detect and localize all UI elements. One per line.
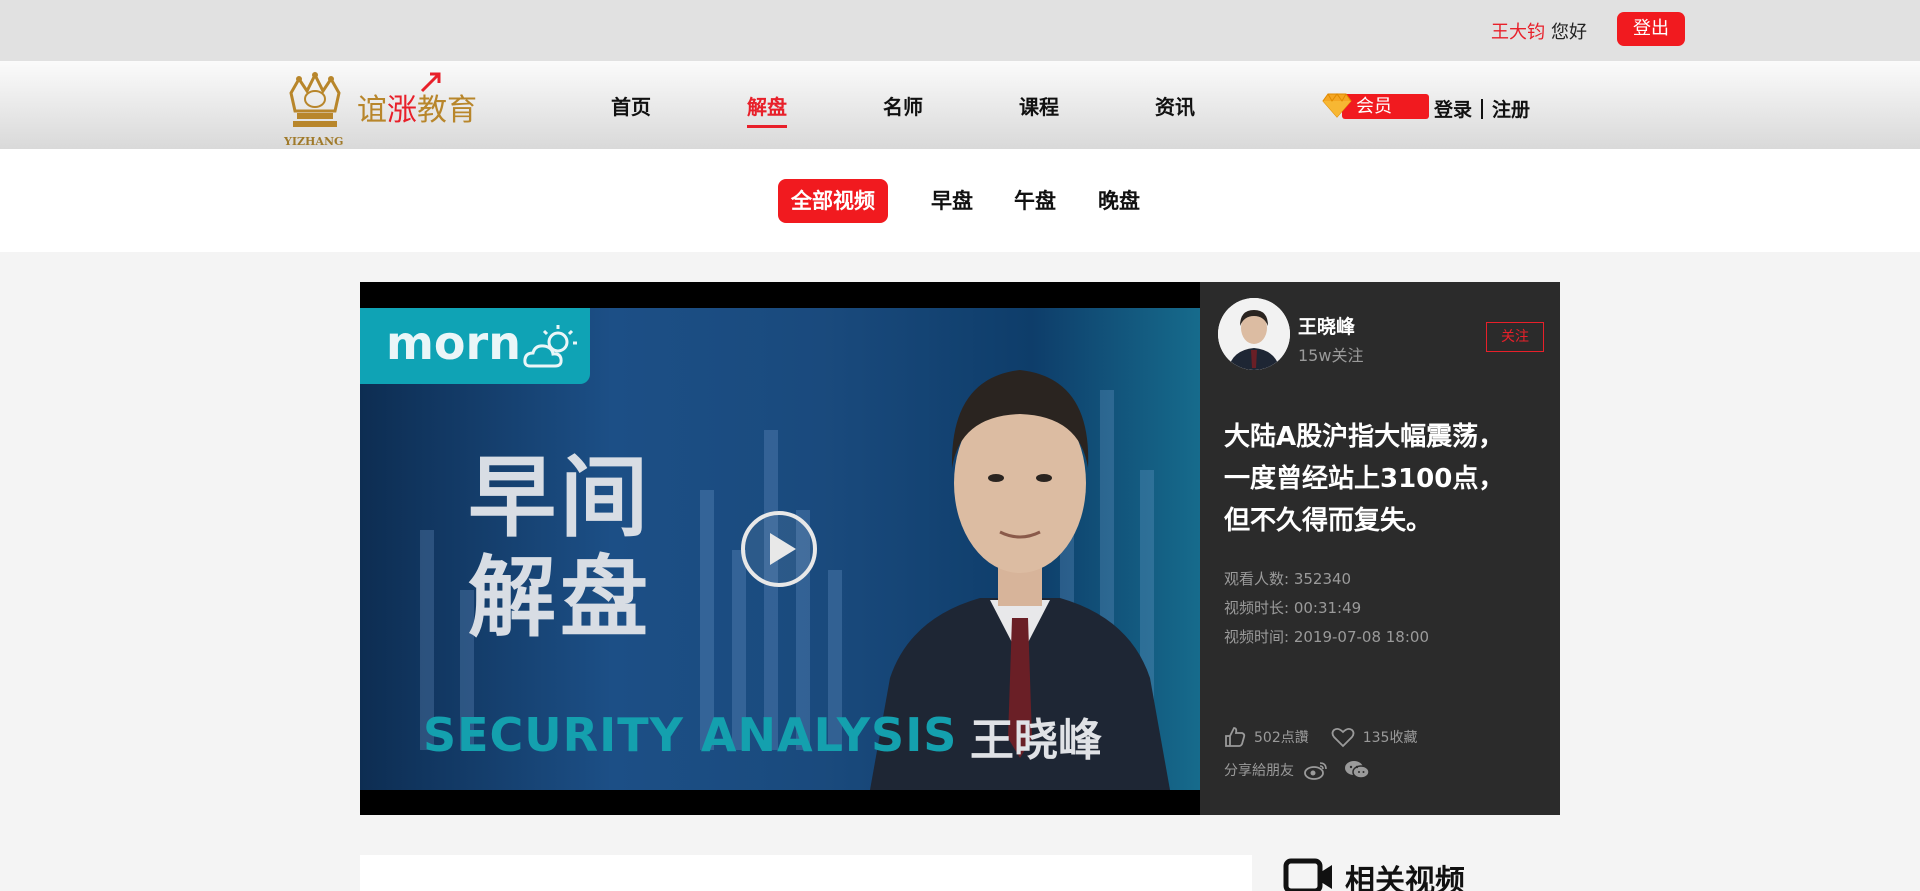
- share-label: 分享給朋友: [1224, 763, 1294, 779]
- logout-button[interactable]: 登出: [1617, 12, 1685, 46]
- nav-analysis[interactable]: 解盘: [747, 91, 787, 128]
- video-thumbnail: morn 早间 解盘 SECURITY ANALYSIS 王晓峰: [360, 308, 1200, 790]
- tab-evening[interactable]: 晚盘: [1098, 179, 1140, 223]
- content-area: [360, 855, 1252, 891]
- top-bar: 王大钧 您好 登出: [0, 0, 1920, 61]
- play-icon[interactable]: [740, 510, 818, 588]
- video-player[interactable]: morn 早间 解盘 SECURITY ANALYSIS 王晓峰: [360, 282, 1200, 815]
- video-time: 视频时间: 2019-07-08 18:00: [1224, 628, 1429, 646]
- tab-noon[interactable]: 午盘: [1014, 179, 1056, 223]
- main-nav: 谊涨教育 YIZHANG 首页 解盘 名师 课程 资讯 会员 登录 注册: [0, 61, 1920, 149]
- teacher-name[interactable]: 王晓峰: [1298, 312, 1355, 339]
- presenter-name-overlay: 王晓峰: [970, 715, 1102, 766]
- video-title-en: SECURITY ANALYSIS: [423, 708, 958, 762]
- logo-subtitle: YIZHANG: [284, 135, 344, 148]
- logo[interactable]: 谊涨教育 YIZHANG: [283, 71, 493, 148]
- logo-text: 谊涨教育: [357, 93, 477, 128]
- video-filter-tabs: 全部视频 早盘 午盘 晚盘: [0, 149, 1920, 252]
- wechat-icon[interactable]: [1344, 760, 1370, 780]
- video-title-cn: 早间 解盘: [468, 446, 653, 649]
- related-videos-label: 相关视频: [1345, 864, 1465, 891]
- video-info-panel: 王晓峰 15w关注 关注 大陆A股沪指大幅震荡， 一度曾经站上3100点， 但不…: [1200, 282, 1560, 815]
- video-headline: 大陆A股沪指大幅震荡， 一度曾经站上3100点， 但不久得而复失。: [1224, 422, 1505, 536]
- teacher-avatar-image: [1218, 298, 1290, 370]
- thumbs-up-icon[interactable]: [1224, 726, 1246, 748]
- tab-morning[interactable]: 早盘: [931, 179, 973, 223]
- partly-sunny-icon: [523, 325, 577, 368]
- badge-word: morn: [386, 316, 521, 370]
- divider: [1481, 99, 1484, 119]
- nav-news[interactable]: 资讯: [1155, 91, 1195, 120]
- video-duration: 视频时长: 00:31:49: [1224, 599, 1362, 617]
- favorite-count: 135收藏: [1362, 730, 1418, 746]
- crown-logo-icon: [289, 71, 341, 127]
- nav-home[interactable]: 首页: [611, 91, 651, 120]
- member-label: 会员: [1342, 94, 1429, 119]
- user-greeting: 王大钧 您好: [1491, 18, 1587, 44]
- share-row: 分享給朋友: [1224, 760, 1370, 780]
- video-stats: 502点讚 135收藏: [1224, 726, 1417, 748]
- diamond-icon: [1322, 93, 1352, 118]
- heart-icon[interactable]: [1331, 726, 1355, 748]
- related-videos-header: 相关视频: [1283, 856, 1465, 891]
- teacher-avatar[interactable]: [1218, 298, 1290, 370]
- login-link[interactable]: 登录: [1434, 99, 1472, 121]
- weibo-icon[interactable]: [1304, 760, 1328, 780]
- register-link[interactable]: 注册: [1492, 99, 1530, 121]
- like-count: 502点讚: [1254, 730, 1309, 746]
- auth-links: 登录 注册: [1434, 95, 1530, 122]
- video-camera-icon: [1283, 858, 1332, 891]
- nav-courses[interactable]: 课程: [1019, 91, 1059, 120]
- nav-teachers[interactable]: 名师: [883, 91, 923, 120]
- follow-button[interactable]: 关注: [1486, 322, 1544, 352]
- morning-badge: morn: [360, 308, 590, 384]
- view-count: 观看人数: 352340: [1224, 570, 1352, 588]
- teacher-followers: 15w关注: [1298, 346, 1364, 365]
- user-name[interactable]: 王大钧: [1491, 22, 1545, 43]
- greeting-text: 您好: [1551, 22, 1587, 43]
- tab-all-videos[interactable]: 全部视频: [778, 179, 888, 223]
- rising-arrow-icon: [420, 72, 441, 93]
